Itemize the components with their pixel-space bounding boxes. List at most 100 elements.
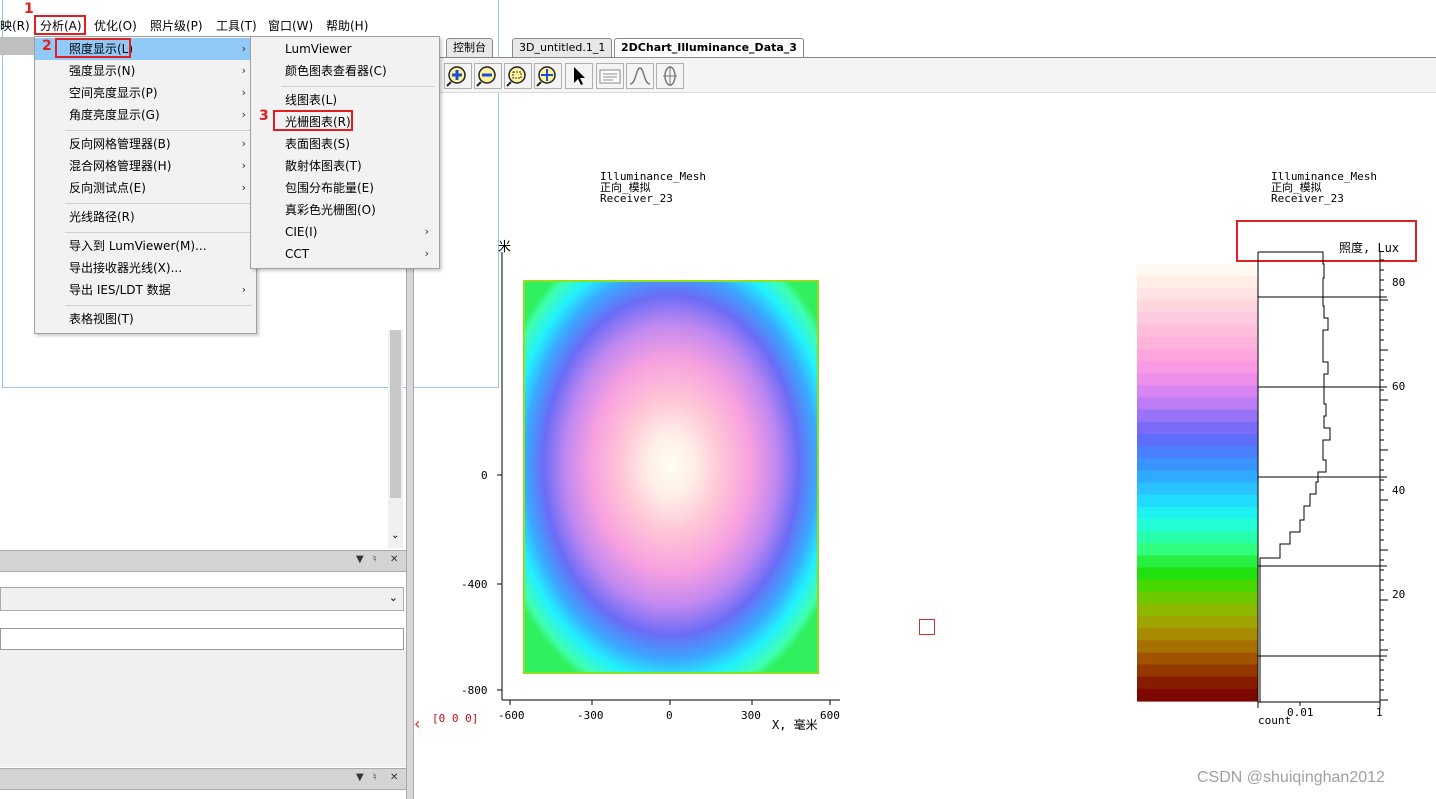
- histogram-y-tick: 80: [1392, 276, 1406, 289]
- distribution-icon[interactable]: [626, 63, 654, 89]
- illuminance-submenu-item[interactable]: 真彩色光栅图(O): [251, 199, 439, 221]
- raster-y-tick: -400: [461, 578, 488, 591]
- illuminance-submenu-item-label: LumViewer: [285, 42, 352, 56]
- pan-icon[interactable]: [534, 63, 562, 89]
- menu-separator: [281, 86, 435, 87]
- illuminance-submenu-item[interactable]: LumViewer: [251, 38, 439, 60]
- left-scrollbar[interactable]: ⌄: [388, 330, 403, 548]
- raster-x-tick: -600: [498, 709, 525, 722]
- color-scale-band: [1137, 373, 1258, 386]
- analysis-menu-item-label: 反向网格管理器(B): [69, 137, 171, 151]
- chart-header-right: Illuminance_Mesh 正向_模拟 Receiver_23: [1271, 171, 1377, 204]
- pin-icon-2[interactable]: ♮: [373, 772, 377, 783]
- small-marker-box[interactable]: [919, 619, 935, 635]
- crosshair-icon[interactable]: [656, 63, 684, 89]
- analysis-menu-item[interactable]: 强度显示(N) ›: [35, 60, 256, 82]
- left-panel-header: [0, 37, 34, 55]
- analysis-menu-item[interactable]: 空间亮度显示(P) ›: [35, 82, 256, 104]
- color-scale-band: [1137, 555, 1258, 569]
- analysis-menu-item[interactable]: 光线路径(R): [35, 206, 256, 228]
- menu-item-prev[interactable]: 映(R): [0, 17, 30, 34]
- illuminance-submenu-item[interactable]: 线图表(L): [251, 89, 439, 111]
- scroll-down-icon[interactable]: ⌄: [391, 530, 399, 541]
- tab-console[interactable]: 控制台: [446, 38, 493, 57]
- dropdown-icon-2[interactable]: ▼: [356, 772, 364, 783]
- histogram-x-ticks: [1257, 702, 1381, 708]
- illuminance-submenu-item[interactable]: CCT ›: [251, 243, 439, 265]
- chart-header-left: Illuminance_Mesh 正向_模拟 Receiver_23: [600, 171, 706, 204]
- menu-separator: [65, 232, 252, 233]
- illuminance-submenu-item[interactable]: CIE(I) ›: [251, 221, 439, 243]
- color-scale-band: [1137, 433, 1258, 447]
- color-scale-band: [1137, 482, 1258, 496]
- zoom-out-icon[interactable]: [474, 63, 502, 89]
- menu-separator: [65, 203, 252, 204]
- menu-item-window[interactable]: 窗口(W): [268, 17, 313, 34]
- raster-x-tick: 300: [741, 709, 761, 722]
- analysis-menu-item[interactable]: 反向测试点(E) ›: [35, 177, 256, 199]
- color-scale-band: [1137, 421, 1258, 435]
- color-scale-band: [1137, 288, 1258, 302]
- illuminance-submenu-item-label: CCT: [285, 247, 310, 261]
- analysis-menu-item[interactable]: 导入到 LumViewer(M)...: [35, 235, 256, 257]
- analysis-menu-item-label: 反向测试点(E): [69, 181, 146, 195]
- analysis-menu-item-label: 表格视图(T): [69, 312, 134, 326]
- chevron-right-icon: ›: [241, 181, 246, 194]
- raster-y-tick: 0: [481, 469, 488, 482]
- menu-item-optimize[interactable]: 优化(O): [94, 17, 137, 34]
- chevron-right-icon: ›: [241, 64, 246, 77]
- illuminance-submenu-item[interactable]: 散射体图表(T): [251, 155, 439, 177]
- left-scrollbar-thumb[interactable]: [390, 330, 401, 498]
- legend-icon[interactable]: [596, 63, 624, 89]
- watermark: CSDN @shuiqinghan2012: [1197, 769, 1385, 786]
- dropdown-icon[interactable]: ▼: [356, 554, 364, 565]
- analysis-menu-item-label: 导出 IES/LDT 数据: [69, 283, 171, 297]
- close-icon-2[interactable]: ✕: [390, 772, 398, 783]
- illuminance-submenu-item[interactable]: 包围分布能量(E): [251, 177, 439, 199]
- dock-text-field[interactable]: [0, 628, 404, 650]
- chevron-right-icon: ›: [241, 86, 246, 99]
- chevron-right-icon: ›: [241, 108, 246, 121]
- raster-y-ticks: [497, 474, 502, 691]
- color-scale-band: [1137, 640, 1258, 654]
- illuminance-submenu-item-label: 散射体图表(T): [285, 159, 362, 173]
- zoom-in-icon[interactable]: [444, 63, 472, 89]
- pin-icon[interactable]: ♮: [373, 554, 377, 565]
- color-scale-band: [1137, 336, 1258, 350]
- analysis-menu-item-label: 空间亮度显示(P): [69, 86, 158, 100]
- analysis-menu-item[interactable]: 混合网格管理器(H) ›: [35, 155, 256, 177]
- illuminance-submenu-item-label: 包围分布能量(E): [285, 181, 374, 195]
- color-scale-bar: [1137, 264, 1258, 702]
- menu-item-photoreal[interactable]: 照片级(P): [150, 17, 203, 34]
- close-icon[interactable]: ✕: [390, 554, 398, 565]
- analysis-menu-item[interactable]: 导出接收器光线(X)...: [35, 257, 256, 279]
- analysis-menu-item-label: 强度显示(N): [69, 64, 136, 78]
- pointer-icon[interactable]: [565, 63, 593, 89]
- chevron-right-icon: ›: [424, 247, 429, 260]
- analysis-menu-item[interactable]: 角度亮度显示(G) ›: [35, 104, 256, 126]
- analysis-menu-item[interactable]: 表格视图(T): [35, 308, 256, 330]
- menu-item-help[interactable]: 帮助(H): [326, 17, 368, 34]
- zoom-fit-icon[interactable]: [504, 63, 532, 89]
- raster-x-ticks: [509, 700, 831, 705]
- illuminance-submenu-item-label: 表面图表(S): [285, 137, 350, 151]
- histogram-x-tick: 1: [1376, 706, 1383, 719]
- illuminance-submenu-item-label: 颜色图表查看器(C): [285, 64, 387, 78]
- illuminance-submenu-item[interactable]: 表面图表(S): [251, 133, 439, 155]
- dock-dropdown[interactable]: ⌄: [0, 587, 404, 611]
- analysis-menu-item-label: 光线路径(R): [69, 210, 135, 224]
- dock-panel-title-2: ▼ ♮ ✕: [0, 768, 406, 790]
- tab-2dchart-illuminance[interactable]: 2DChart_Illuminance_Data_3: [614, 38, 804, 57]
- illuminance-submenu-item[interactable]: 颜色图表查看器(C): [251, 60, 439, 82]
- color-scale-band: [1137, 616, 1258, 629]
- analysis-menu-item[interactable]: 导出 IES/LDT 数据 ›: [35, 279, 256, 301]
- color-scale-band: [1137, 531, 1258, 544]
- dock-panel-title: ▼ ♮ ✕: [0, 550, 406, 572]
- menu-item-tools[interactable]: 工具(T): [216, 17, 257, 34]
- analysis-menu: 照度显示(L) › 强度显示(N) › 空间亮度显示(P) › 角度亮度显示(G) › 反向网格…: [34, 36, 257, 334]
- tab-3d-untitled[interactable]: 3D_untitled.1_1: [512, 38, 613, 57]
- analysis-menu-item-label: 角度亮度显示(G): [69, 108, 160, 122]
- color-scale-band: [1137, 506, 1258, 520]
- histogram-y-tick: 40: [1392, 484, 1406, 497]
- analysis-menu-item[interactable]: 反向网格管理器(B) ›: [35, 133, 256, 155]
